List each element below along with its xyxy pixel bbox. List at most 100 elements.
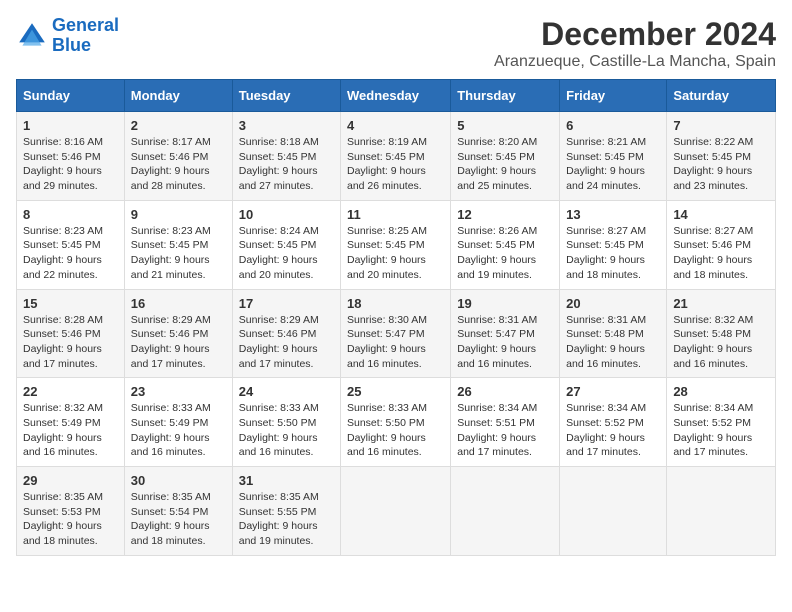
day-number: 8: [23, 207, 118, 222]
page-subtitle: Aranzueque, Castille-La Mancha, Spain: [494, 53, 776, 71]
calendar-cell: [341, 467, 451, 556]
day-detail: Sunrise: 8:30 AMSunset: 5:47 PMDaylight:…: [347, 314, 427, 370]
calendar-table: SundayMondayTuesdayWednesdayThursdayFrid…: [16, 79, 776, 556]
calendar-header-row: SundayMondayTuesdayWednesdayThursdayFrid…: [17, 80, 776, 112]
day-detail: Sunrise: 8:34 AMSunset: 5:52 PMDaylight:…: [673, 402, 753, 458]
day-detail: Sunrise: 8:23 AMSunset: 5:45 PMDaylight:…: [23, 225, 103, 281]
day-number: 19: [457, 296, 553, 311]
calendar-header-sunday: Sunday: [17, 80, 125, 112]
calendar-header-saturday: Saturday: [667, 80, 776, 112]
calendar-cell: 29 Sunrise: 8:35 AMSunset: 5:53 PMDayligh…: [17, 467, 125, 556]
calendar-cell: 10 Sunrise: 8:24 AMSunset: 5:45 PMDayligh…: [232, 200, 340, 289]
logo-icon: [16, 20, 48, 52]
calendar-header-monday: Monday: [124, 80, 232, 112]
day-number: 20: [566, 296, 660, 311]
day-number: 27: [566, 384, 660, 399]
calendar-cell: 11 Sunrise: 8:25 AMSunset: 5:45 PMDayligh…: [341, 200, 451, 289]
day-detail: Sunrise: 8:17 AMSunset: 5:46 PMDaylight:…: [131, 136, 211, 192]
calendar-cell: 15 Sunrise: 8:28 AMSunset: 5:46 PMDayligh…: [17, 289, 125, 378]
calendar-header-tuesday: Tuesday: [232, 80, 340, 112]
day-number: 31: [239, 473, 334, 488]
day-number: 1: [23, 118, 118, 133]
day-number: 12: [457, 207, 553, 222]
calendar-cell: 18 Sunrise: 8:30 AMSunset: 5:47 PMDayligh…: [341, 289, 451, 378]
day-number: 17: [239, 296, 334, 311]
calendar-cell: 25 Sunrise: 8:33 AMSunset: 5:50 PMDayligh…: [341, 378, 451, 467]
calendar-cell: 3 Sunrise: 8:18 AMSunset: 5:45 PMDaylight…: [232, 112, 340, 201]
day-detail: Sunrise: 8:24 AMSunset: 5:45 PMDaylight:…: [239, 225, 319, 281]
day-detail: Sunrise: 8:31 AMSunset: 5:48 PMDaylight:…: [566, 314, 646, 370]
calendar-week-row: 22Sunrise: 8:32 AMSunset: 5:49 PMDayligh…: [17, 378, 776, 467]
day-detail: Sunrise: 8:35 AMSunset: 5:54 PMDaylight:…: [131, 491, 211, 547]
logo: General Blue: [16, 16, 119, 56]
day-detail: Sunrise: 8:33 AMSunset: 5:50 PMDaylight:…: [347, 402, 427, 458]
day-detail: Sunrise: 8:33 AMSunset: 5:49 PMDaylight:…: [131, 402, 211, 458]
day-detail: Sunrise: 8:25 AMSunset: 5:45 PMDaylight:…: [347, 225, 427, 281]
day-number: 28: [673, 384, 769, 399]
day-number: 3: [239, 118, 334, 133]
calendar-cell: 6 Sunrise: 8:21 AMSunset: 5:45 PMDaylight…: [560, 112, 667, 201]
day-detail: Sunrise: 8:19 AMSunset: 5:45 PMDaylight:…: [347, 136, 427, 192]
day-detail: Sunrise: 8:16 AMSunset: 5:46 PMDaylight:…: [23, 136, 103, 192]
day-detail: Sunrise: 8:31 AMSunset: 5:47 PMDaylight:…: [457, 314, 537, 370]
day-number: 11: [347, 207, 444, 222]
day-number: 16: [131, 296, 226, 311]
day-number: 24: [239, 384, 334, 399]
day-detail: Sunrise: 8:27 AMSunset: 5:46 PMDaylight:…: [673, 225, 753, 281]
calendar-cell: 16 Sunrise: 8:29 AMSunset: 5:46 PMDayligh…: [124, 289, 232, 378]
calendar-cell: 12 Sunrise: 8:26 AMSunset: 5:45 PMDayligh…: [451, 200, 560, 289]
calendar-header-wednesday: Wednesday: [341, 80, 451, 112]
day-detail: Sunrise: 8:20 AMSunset: 5:45 PMDaylight:…: [457, 136, 537, 192]
day-number: 18: [347, 296, 444, 311]
calendar-cell: 24 Sunrise: 8:33 AMSunset: 5:50 PMDayligh…: [232, 378, 340, 467]
calendar-week-row: 15 Sunrise: 8:28 AMSunset: 5:46 PMDayligh…: [17, 289, 776, 378]
calendar-cell: 14Sunrise: 8:27 AMSunset: 5:46 PMDayligh…: [667, 200, 776, 289]
calendar-cell: 17 Sunrise: 8:29 AMSunset: 5:46 PMDayligh…: [232, 289, 340, 378]
title-block: December 2024 Aranzueque, Castille-La Ma…: [494, 16, 776, 71]
day-number: 10: [239, 207, 334, 222]
calendar-cell: 1 Sunrise: 8:16 AMSunset: 5:46 PMDaylight…: [17, 112, 125, 201]
calendar-cell: 26 Sunrise: 8:34 AMSunset: 5:51 PMDayligh…: [451, 378, 560, 467]
day-detail: Sunrise: 8:29 AMSunset: 5:46 PMDaylight:…: [131, 314, 211, 370]
day-detail: Sunrise: 8:26 AMSunset: 5:45 PMDaylight:…: [457, 225, 537, 281]
calendar-cell: 9 Sunrise: 8:23 AMSunset: 5:45 PMDaylight…: [124, 200, 232, 289]
calendar-week-row: 8 Sunrise: 8:23 AMSunset: 5:45 PMDaylight…: [17, 200, 776, 289]
calendar-cell: 28 Sunrise: 8:34 AMSunset: 5:52 PMDayligh…: [667, 378, 776, 467]
day-detail: Sunrise: 8:23 AMSunset: 5:45 PMDaylight:…: [131, 225, 211, 281]
day-number: 25: [347, 384, 444, 399]
calendar-cell: 23 Sunrise: 8:33 AMSunset: 5:49 PMDayligh…: [124, 378, 232, 467]
day-number: 2: [131, 118, 226, 133]
calendar-cell: 4Sunrise: 8:19 AMSunset: 5:45 PMDaylight…: [341, 112, 451, 201]
day-detail: Sunrise: 8:33 AMSunset: 5:50 PMDaylight:…: [239, 402, 319, 458]
calendar-cell: 19 Sunrise: 8:31 AMSunset: 5:47 PMDayligh…: [451, 289, 560, 378]
day-number: 22: [23, 384, 118, 399]
calendar-week-row: 1 Sunrise: 8:16 AMSunset: 5:46 PMDaylight…: [17, 112, 776, 201]
calendar-week-row: 29 Sunrise: 8:35 AMSunset: 5:53 PMDayligh…: [17, 467, 776, 556]
calendar-cell: 5Sunrise: 8:20 AMSunset: 5:45 PMDaylight…: [451, 112, 560, 201]
day-number: 26: [457, 384, 553, 399]
day-detail: Sunrise: 8:18 AMSunset: 5:45 PMDaylight:…: [239, 136, 319, 192]
day-number: 9: [131, 207, 226, 222]
calendar-cell: 7 Sunrise: 8:22 AMSunset: 5:45 PMDaylight…: [667, 112, 776, 201]
calendar-cell: [451, 467, 560, 556]
logo-text: General Blue: [52, 16, 119, 56]
day-number: 7: [673, 118, 769, 133]
calendar-cell: [667, 467, 776, 556]
day-detail: Sunrise: 8:22 AMSunset: 5:45 PMDaylight:…: [673, 136, 753, 192]
day-number: 6: [566, 118, 660, 133]
day-detail: Sunrise: 8:34 AMSunset: 5:52 PMDaylight:…: [566, 402, 646, 458]
day-number: 21: [673, 296, 769, 311]
day-detail: Sunrise: 8:35 AMSunset: 5:55 PMDaylight:…: [239, 491, 319, 547]
day-detail: Sunrise: 8:34 AMSunset: 5:51 PMDaylight:…: [457, 402, 537, 458]
day-detail: Sunrise: 8:29 AMSunset: 5:46 PMDaylight:…: [239, 314, 319, 370]
day-number: 29: [23, 473, 118, 488]
day-detail: Sunrise: 8:21 AMSunset: 5:45 PMDaylight:…: [566, 136, 646, 192]
calendar-header-thursday: Thursday: [451, 80, 560, 112]
calendar-cell: 21Sunrise: 8:32 AMSunset: 5:48 PMDayligh…: [667, 289, 776, 378]
page-header: General Blue December 2024 Aranzueque, C…: [16, 16, 776, 71]
day-number: 15: [23, 296, 118, 311]
day-number: 23: [131, 384, 226, 399]
day-detail: Sunrise: 8:35 AMSunset: 5:53 PMDaylight:…: [23, 491, 103, 547]
day-detail: Sunrise: 8:28 AMSunset: 5:46 PMDaylight:…: [23, 314, 103, 370]
calendar-cell: 22Sunrise: 8:32 AMSunset: 5:49 PMDayligh…: [17, 378, 125, 467]
